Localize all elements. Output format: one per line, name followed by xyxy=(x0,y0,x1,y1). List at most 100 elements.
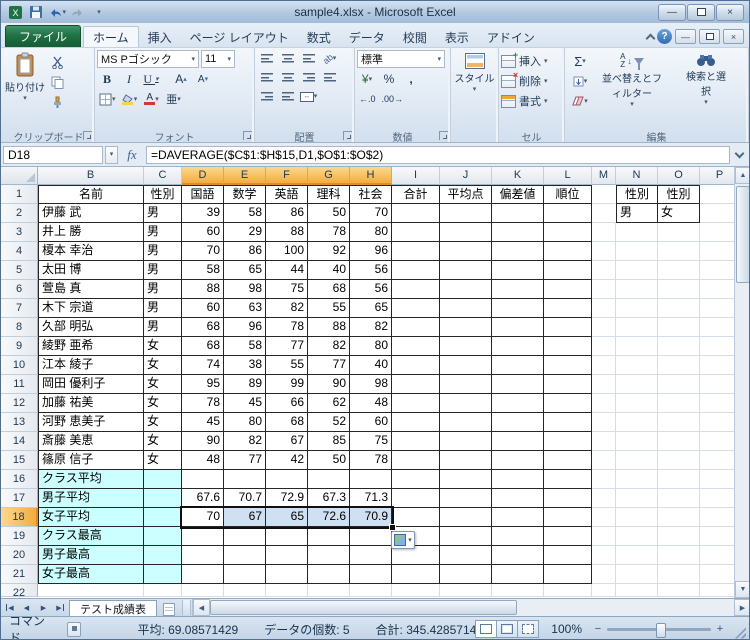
help-button[interactable]: ? xyxy=(657,29,672,44)
cell-B6[interactable]: 萱島 真 xyxy=(38,280,144,299)
vertical-scroll-track[interactable] xyxy=(735,184,749,581)
cell-H18[interactable]: 70.9 xyxy=(350,508,392,527)
alignment-dialog-launcher[interactable] xyxy=(343,131,352,140)
cell-N10[interactable] xyxy=(616,356,658,375)
cell-F12[interactable]: 66 xyxy=(266,394,308,413)
cell-N1[interactable]: 性別 xyxy=(616,185,658,204)
cell-H5[interactable]: 56 xyxy=(350,261,392,280)
tab-splitter[interactable] xyxy=(182,600,191,615)
column-header-G[interactable]: G xyxy=(308,167,350,185)
cell-K18[interactable] xyxy=(492,508,544,527)
cell-G20[interactable] xyxy=(308,546,350,565)
cell-M3[interactable] xyxy=(592,223,616,242)
cell-J2[interactable] xyxy=(440,204,492,223)
cell-J7[interactable] xyxy=(440,299,492,318)
cell-P21[interactable] xyxy=(700,565,734,584)
cell-G8[interactable]: 88 xyxy=(308,318,350,337)
cell-B19[interactable]: クラス最高 xyxy=(38,527,144,546)
cell-D15[interactable]: 48 xyxy=(182,451,224,470)
font-color-button[interactable]: A ▾ xyxy=(142,90,162,108)
cell-H17[interactable]: 71.3 xyxy=(350,489,392,508)
cell-H15[interactable]: 78 xyxy=(350,451,392,470)
cell-I18[interactable] xyxy=(392,508,440,527)
cell-F9[interactable]: 77 xyxy=(266,337,308,356)
row-header-12[interactable]: 12 xyxy=(1,394,38,413)
cell-O10[interactable] xyxy=(658,356,700,375)
column-header-J[interactable]: J xyxy=(440,167,492,185)
cell-P19[interactable] xyxy=(700,527,734,546)
cell-N4[interactable] xyxy=(616,242,658,261)
cell-D19[interactable] xyxy=(182,527,224,546)
cell-G19[interactable] xyxy=(308,527,350,546)
cell-K9[interactable] xyxy=(492,337,544,356)
cell-D22[interactable] xyxy=(182,584,224,597)
cell-H4[interactable]: 96 xyxy=(350,242,392,261)
cell-I12[interactable] xyxy=(392,394,440,413)
cell-F14[interactable]: 67 xyxy=(266,432,308,451)
cell-N15[interactable] xyxy=(616,451,658,470)
sheet-tab-active[interactable]: テスト成績表 xyxy=(69,600,157,616)
orientation-button[interactable]: ab ▾ xyxy=(320,50,339,67)
cell-P3[interactable] xyxy=(700,223,734,242)
cell-E4[interactable]: 86 xyxy=(224,242,266,261)
cell-C16[interactable] xyxy=(144,470,182,489)
row-header-21[interactable]: 21 xyxy=(1,565,38,584)
cell-H16[interactable] xyxy=(350,470,392,489)
cell-D8[interactable]: 68 xyxy=(182,318,224,337)
cell-D11[interactable]: 95 xyxy=(182,375,224,394)
cell-E22[interactable] xyxy=(224,584,266,597)
cell-N17[interactable] xyxy=(616,489,658,508)
cell-G11[interactable]: 90 xyxy=(308,375,350,394)
autosum-button[interactable]: Σ ▾ xyxy=(567,52,593,70)
cell-N8[interactable] xyxy=(616,318,658,337)
cell-O14[interactable] xyxy=(658,432,700,451)
cell-L5[interactable] xyxy=(544,261,592,280)
cell-K11[interactable] xyxy=(492,375,544,394)
cell-C8[interactable]: 男 xyxy=(144,318,182,337)
cell-H22[interactable] xyxy=(350,584,392,597)
cell-J18[interactable] xyxy=(440,508,492,527)
cell-F13[interactable]: 68 xyxy=(266,413,308,432)
cell-D4[interactable]: 70 xyxy=(182,242,224,261)
cell-F5[interactable]: 44 xyxy=(266,261,308,280)
cell-F10[interactable]: 55 xyxy=(266,356,308,375)
cell-G3[interactable]: 78 xyxy=(308,223,350,242)
row-header-6[interactable]: 6 xyxy=(1,280,38,299)
cell-C11[interactable]: 女 xyxy=(144,375,182,394)
cell-K2[interactable] xyxy=(492,204,544,223)
cell-G5[interactable]: 40 xyxy=(308,261,350,280)
cell-O22[interactable] xyxy=(658,584,700,597)
row-header-14[interactable]: 14 xyxy=(1,432,38,451)
cell-I9[interactable] xyxy=(392,337,440,356)
cell-P16[interactable] xyxy=(700,470,734,489)
row-header-7[interactable]: 7 xyxy=(1,299,38,318)
cell-P15[interactable] xyxy=(700,451,734,470)
cell-E7[interactable]: 63 xyxy=(224,299,266,318)
cell-M21[interactable] xyxy=(592,565,616,584)
cell-G10[interactable]: 77 xyxy=(308,356,350,375)
last-sheet-button[interactable]: ▶ xyxy=(52,599,69,616)
qat-customize-button[interactable]: ▾ xyxy=(90,4,108,21)
sort-filter-button[interactable]: AZ ↓ 並べ替えとフィルター ▾ xyxy=(595,50,669,129)
cell-K17[interactable] xyxy=(492,489,544,508)
cell-L4[interactable] xyxy=(544,242,592,261)
cell-D21[interactable] xyxy=(182,565,224,584)
cell-M18[interactable] xyxy=(592,508,616,527)
borders-button[interactable]: ▾ xyxy=(97,90,118,108)
cell-C17[interactable] xyxy=(144,489,182,508)
cell-P6[interactable] xyxy=(700,280,734,299)
decrease-indent-button[interactable] xyxy=(257,88,276,105)
italic-button[interactable]: I xyxy=(119,70,139,88)
cell-D13[interactable]: 45 xyxy=(182,413,224,432)
cell-J13[interactable] xyxy=(440,413,492,432)
cell-H20[interactable] xyxy=(350,546,392,565)
align-center-button[interactable] xyxy=(278,69,297,86)
cell-G7[interactable]: 55 xyxy=(308,299,350,318)
column-header-F[interactable]: F xyxy=(266,167,308,185)
cell-B16[interactable]: クラス平均 xyxy=(38,470,144,489)
cell-P18[interactable] xyxy=(700,508,734,527)
cell-M9[interactable] xyxy=(592,337,616,356)
cell-G18[interactable]: 72.6 xyxy=(308,508,350,527)
row-header-18[interactable]: 18 xyxy=(1,508,38,527)
cell-E8[interactable]: 96 xyxy=(224,318,266,337)
